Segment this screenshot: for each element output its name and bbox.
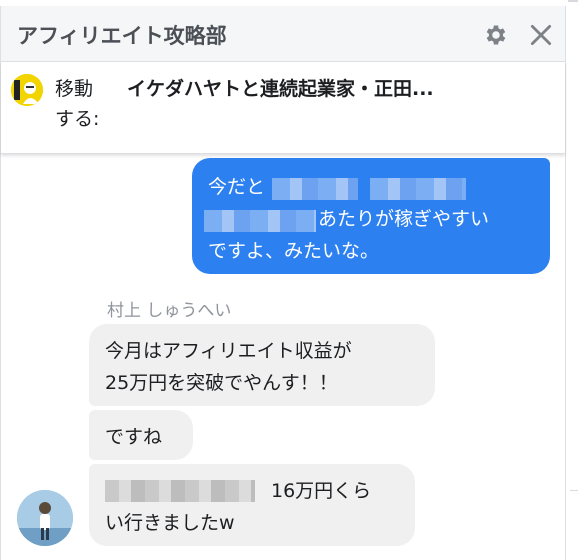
chat-title[interactable]: アフィリエイト攻略部 bbox=[17, 20, 227, 50]
incoming-message-1-line-1: 今月はアフィリエイト収益が bbox=[105, 340, 352, 362]
move-label: 移動 する: bbox=[55, 74, 115, 134]
redacted-text bbox=[272, 178, 358, 200]
outgoing-message[interactable]: 今だと あたりが稼ぎやすい ですよ、みたいな。 bbox=[192, 158, 550, 274]
incoming-message[interactable]: 今月はアフィリエイト収益が 25万円を突破でやんす！！ bbox=[89, 324, 435, 406]
gear-icon[interactable] bbox=[483, 22, 509, 48]
incoming-message-3-line-1: 16万円くら bbox=[271, 480, 372, 502]
outgoing-line-2: あたりが稼ぎやすい bbox=[318, 208, 490, 230]
redacted-text bbox=[204, 210, 316, 232]
move-target-conversation[interactable]: イケダハヤトと連続起業家・正田... bbox=[127, 74, 434, 104]
redacted-text bbox=[105, 480, 255, 502]
sender-name[interactable]: 村上 しゅうへい bbox=[107, 296, 231, 321]
incoming-message-3-line-2: い行きましたw bbox=[105, 512, 235, 534]
background-divider bbox=[568, 0, 578, 2]
close-icon[interactable] bbox=[528, 22, 554, 48]
outgoing-line-1-text: 今だと bbox=[208, 176, 266, 198]
chat-header[interactable]: アフィリエイト攻略部 bbox=[1, 6, 565, 62]
incoming-message[interactable]: ですね bbox=[89, 410, 193, 460]
move-label-line1: 移動 bbox=[55, 78, 94, 100]
outgoing-line-1: 今だと bbox=[208, 172, 265, 199]
redacted-text bbox=[370, 178, 466, 200]
move-label-line2: する: bbox=[55, 108, 100, 130]
incoming-message[interactable]: 16万円くら い行きましたw bbox=[89, 464, 415, 546]
incoming-message-2-line-1: ですね bbox=[105, 426, 163, 448]
message-list[interactable]: 今だと あたりが稼ぎやすい ですよ、みたいな。 村上 しゅうへい 今月はアフィリ… bbox=[1, 154, 565, 560]
sender-avatar[interactable] bbox=[17, 490, 73, 546]
chat-window: アフィリエイト攻略部 移動 する: イケダハヤトと連続起業家・正田... 今だと… bbox=[0, 6, 566, 560]
incoming-message-1-line-2: 25万円を突破でやんす！！ bbox=[105, 372, 338, 394]
move-conversation-bar[interactable]: 移動 する: イケダハヤトと連続起業家・正田... bbox=[1, 62, 565, 154]
group-avatar bbox=[11, 74, 43, 106]
background-divider bbox=[570, 490, 578, 491]
outgoing-line-3: ですよ、みたいな。 bbox=[208, 240, 380, 262]
